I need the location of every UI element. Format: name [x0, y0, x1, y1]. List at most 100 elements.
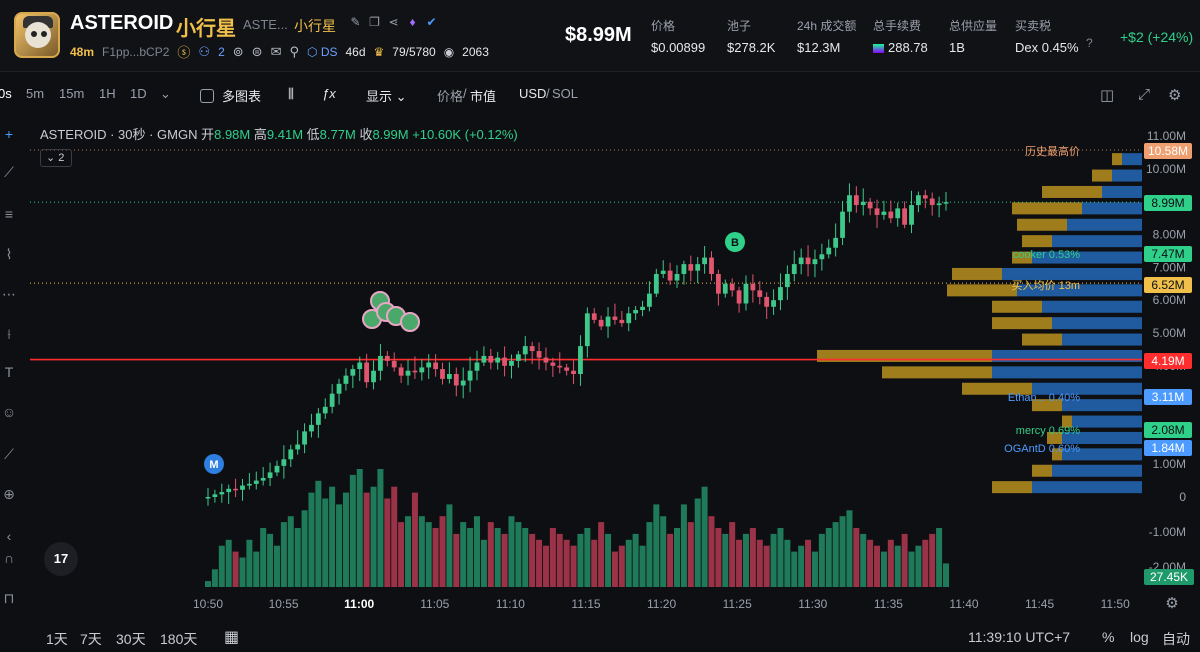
edit-icon[interactable]: ✎ — [348, 15, 363, 30]
auto-toggle[interactable]: 自动 — [1162, 629, 1190, 649]
settings-gear-icon[interactable]: ⚙ — [1168, 86, 1181, 104]
volume-bar — [487, 522, 494, 587]
range-7d[interactable]: 7天 — [80, 629, 102, 649]
currency-usd[interactable]: USD — [519, 86, 546, 101]
chart-icon[interactable]: ⊚ — [233, 44, 244, 60]
currency-divider: / — [546, 86, 550, 101]
camera-icon[interactable]: ◫ — [1100, 86, 1114, 104]
legend-high: 9.41M — [266, 127, 304, 142]
log-toggle[interactable]: log — [1130, 629, 1149, 645]
y-axis-tick-label: -1.00M — [1149, 525, 1186, 539]
volume-bar — [480, 539, 487, 587]
volume-bar — [218, 545, 225, 587]
price-toggle[interactable]: 价格 — [437, 86, 463, 105]
text-icon[interactable]: T — [0, 364, 18, 380]
zoom-icon[interactable]: ⊕ — [0, 486, 18, 503]
candle-body — [688, 264, 694, 271]
checkbox[interactable] — [200, 89, 214, 103]
volume-bar — [432, 528, 439, 587]
volume-bar — [308, 492, 315, 587]
volume-bar — [625, 539, 632, 587]
volume-bar — [798, 545, 805, 587]
candle-body — [350, 369, 356, 376]
interval-15m[interactable]: 15m — [59, 86, 84, 101]
multi-chart-toggle[interactable]: 多图表 — [200, 86, 261, 105]
indicators-icon[interactable]: ƒx — [322, 86, 336, 101]
candle-body — [309, 424, 314, 432]
y-axis-tick-label: -2.00M — [1149, 560, 1186, 574]
price-badge — [1144, 246, 1192, 262]
search-icon[interactable]: ⚲ — [289, 44, 299, 60]
stat-tax: 买卖税 Dex 0.45% — [1015, 17, 1079, 55]
mcap-toggle[interactable]: 市值 — [470, 86, 496, 105]
volume-bar — [467, 528, 474, 587]
emoji-icon[interactable]: ☺ — [0, 404, 18, 420]
indicator-template-icon[interactable]: ⫼ — [288, 86, 294, 102]
display-menu[interactable]: 显示 ⌄ — [366, 86, 407, 105]
percent-toggle[interactable]: % — [1102, 629, 1114, 645]
interval-0s[interactable]: 0s — [0, 86, 12, 101]
interval-1h[interactable]: 1H — [99, 86, 116, 101]
brush-icon[interactable]: ⌇ — [0, 246, 18, 263]
range-30d[interactable]: 30天 — [116, 629, 146, 649]
pattern-icon[interactable]: ⋯ — [0, 286, 18, 303]
volume-bar — [260, 528, 267, 587]
volume-bar — [460, 522, 467, 587]
candle-body — [336, 383, 342, 394]
magnet-icon[interactable]: ∩ — [0, 550, 18, 566]
range-1d[interactable]: 1天 — [46, 629, 68, 649]
trendline-icon[interactable]: ⟋ — [0, 164, 18, 181]
legend-open: 8.98M — [214, 127, 251, 142]
candle-body — [371, 370, 376, 383]
candle-body — [778, 287, 783, 301]
tradingview-logo[interactable]: 17 — [44, 542, 78, 576]
candle-body — [784, 273, 790, 288]
note-icon[interactable]: ✉ — [271, 44, 282, 60]
contract-address[interactable]: F1pp...bCP2 — [102, 45, 169, 59]
stat-value: 288.78 — [888, 40, 928, 55]
interval-5m[interactable]: 5m — [26, 86, 44, 101]
measure-icon[interactable]: ⟋ — [0, 446, 18, 463]
axis-settings-icon: ⚙ — [1165, 594, 1178, 612]
y-axis-tick-label: 7.00M — [1153, 260, 1186, 274]
volume-bar — [811, 551, 818, 587]
candle-body — [633, 310, 639, 314]
lock-icon[interactable]: ⊓ — [0, 590, 18, 607]
marker-label: M — [209, 459, 218, 471]
volume-bar — [598, 522, 605, 587]
stat-pool: 池子 $278.2K — [727, 17, 775, 55]
interval-1d[interactable]: 1D — [130, 86, 147, 101]
range-180d[interactable]: 180天 — [160, 629, 197, 649]
candle-body — [826, 247, 832, 255]
mcap-marker — [204, 454, 224, 474]
help-icon[interactable]: ? — [1086, 36, 1093, 50]
ruler-icon[interactable]: ⟊ — [0, 326, 18, 343]
candle-body — [902, 208, 908, 225]
lines-icon[interactable]: ≡ — [0, 206, 18, 222]
crosshair-icon[interactable]: + — [0, 126, 18, 142]
candle-body — [702, 257, 707, 265]
candle-body — [681, 264, 687, 274]
volume-bar — [915, 545, 922, 587]
volume-bar — [246, 539, 253, 587]
volume-bar — [329, 486, 336, 587]
copy-icon[interactable]: ❐ — [367, 15, 382, 30]
currency-sol[interactable]: SOL — [552, 86, 578, 101]
indicator-collapse-button[interactable]: ⌄ 2 — [40, 149, 72, 167]
chevron-down-icon: ⌄ — [46, 152, 56, 164]
stat-label: 24h 成交额 — [797, 19, 857, 33]
collapse-toolbar-icon[interactable]: ‹ — [0, 528, 18, 544]
trader-avatar-marker — [370, 291, 390, 311]
fullscreen-icon[interactable]: ⤢ — [1138, 86, 1150, 103]
coin-icon[interactable]: ⊜ — [252, 44, 263, 60]
clock-time[interactable]: 11:39:10 UTC+7 — [968, 629, 1070, 645]
candle-body — [888, 211, 894, 219]
depth-sell-bar — [952, 267, 1002, 280]
volume-bar — [880, 551, 887, 587]
volume-bar — [570, 545, 577, 587]
calendar-icon[interactable]: ▦ — [224, 627, 239, 647]
volume-bar — [425, 522, 432, 587]
chevron-down-icon[interactable]: ⌄ — [160, 86, 171, 102]
share-icon[interactable]: ⋖ — [386, 15, 401, 30]
candle-body — [419, 367, 425, 373]
